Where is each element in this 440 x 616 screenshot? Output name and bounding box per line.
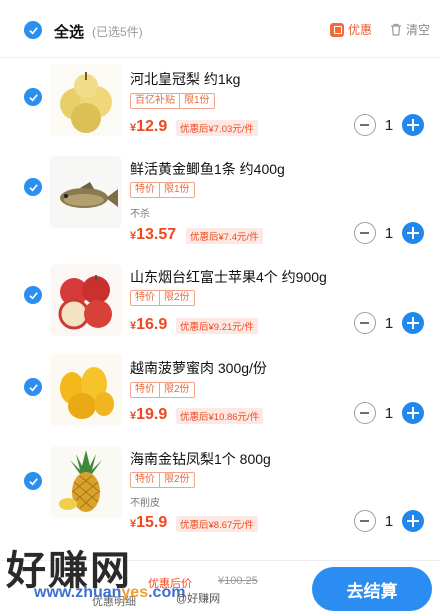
quantity-stepper: 1 xyxy=(354,510,424,532)
tag-limit: 限1份 xyxy=(179,94,214,108)
checkout-button[interactable]: 去结算 xyxy=(312,567,432,611)
increase-button[interactable] xyxy=(402,222,424,244)
cart-item: 越南菠萝蜜肉 300g/份 特价 限2份 ¥19.9 优惠后¥10.86元/件 … xyxy=(0,352,440,436)
product-price: ¥13.57 xyxy=(130,226,177,243)
item-checkbox[interactable] xyxy=(24,286,42,304)
product-tags: 特价 限1份 xyxy=(130,182,195,198)
item-checkbox[interactable] xyxy=(24,472,42,490)
cart-header: 全选 (已选5件) 优惠 清空 xyxy=(0,0,440,58)
increase-button[interactable] xyxy=(402,402,424,424)
weibo-watermark: @好赚网 xyxy=(176,593,221,605)
product-price: ¥12.9 xyxy=(130,118,168,135)
product-image-jackfruit[interactable] xyxy=(50,354,122,426)
product-title[interactable]: 山东烟台红富士苹果4个 约900g xyxy=(130,267,327,287)
select-all-label[interactable]: 全选 xyxy=(54,21,84,42)
quantity-stepper: 1 xyxy=(354,222,424,244)
cart-item: 河北皇冠梨 约1kg 百亿补贴 限1份 ¥12.9 优惠后¥7.03元/件 1 xyxy=(0,62,440,150)
cart-item: 鲜活黄金鲫鱼1条 约400g 特价 限1份 不杀 ¥13.57 优惠后¥7.4元… xyxy=(0,152,440,250)
tag-limit: 限2份 xyxy=(159,291,194,305)
decrease-button[interactable] xyxy=(354,402,376,424)
product-tags: 特价 限2份 xyxy=(130,382,195,398)
trash-icon xyxy=(390,23,402,36)
product-price: ¥15.9 xyxy=(130,514,168,531)
decrease-button[interactable] xyxy=(354,510,376,532)
product-title[interactable]: 鲜活黄金鲫鱼1条 约400g xyxy=(130,159,285,179)
increase-button[interactable] xyxy=(402,312,424,334)
product-image-apple[interactable] xyxy=(50,264,122,336)
item-checkbox[interactable] xyxy=(24,378,42,396)
product-option: 不杀 xyxy=(130,209,150,220)
product-option: 不削皮 xyxy=(130,498,160,509)
quantity-value: 1 xyxy=(384,404,394,422)
clear-button[interactable]: 清空 xyxy=(390,21,430,38)
item-checkbox[interactable] xyxy=(24,178,42,196)
cart-item: 海南金钻凤梨1个 800g 特价 限2份 不削皮 ¥15.9 优惠后¥8.67元… xyxy=(0,442,440,542)
quantity-value: 1 xyxy=(384,512,394,530)
quantity-value: 1 xyxy=(384,224,394,242)
watermark-url: www.zhuanyes.com xyxy=(34,584,186,601)
product-title[interactable]: 越南菠萝蜜肉 300g/份 xyxy=(130,358,267,378)
after-discount-price: 优惠后¥7.03元/件 xyxy=(176,120,258,136)
after-discount-price: 优惠后¥10.86元/件 xyxy=(176,408,264,424)
after-discount-price: 优惠后¥7.4元/件 xyxy=(186,228,263,244)
tag-limit: 限2份 xyxy=(159,473,194,487)
original-total: ¥100.25 xyxy=(218,575,258,587)
after-discount-price: 优惠后¥9.21元/件 xyxy=(176,318,258,334)
product-price: ¥16.9 xyxy=(130,316,168,333)
product-image-pineapple[interactable] xyxy=(50,446,122,518)
tag-limit: 限2份 xyxy=(159,383,194,397)
quantity-stepper: 1 xyxy=(354,312,424,334)
discount-button[interactable]: 优惠 xyxy=(330,21,372,38)
tag-special: 特价 xyxy=(135,292,155,303)
selected-count: (已选5件) xyxy=(92,25,143,39)
decrease-button[interactable] xyxy=(354,222,376,244)
quantity-value: 1 xyxy=(384,314,394,332)
product-title[interactable]: 海南金钻凤梨1个 800g xyxy=(130,449,271,469)
product-tags: 百亿补贴 限1份 xyxy=(130,93,215,109)
item-checkbox[interactable] xyxy=(24,88,42,106)
cart-item: 山东烟台红富士苹果4个 约900g 特价 限2份 ¥16.9 优惠后¥9.21元… xyxy=(0,260,440,344)
product-tags: 特价 限2份 xyxy=(130,290,195,306)
quantity-stepper: 1 xyxy=(354,114,424,136)
decrease-button[interactable] xyxy=(354,114,376,136)
product-title[interactable]: 河北皇冠梨 约1kg xyxy=(130,69,240,89)
product-image-pear[interactable] xyxy=(50,64,122,136)
tag-limit: 限1份 xyxy=(159,183,194,197)
discount-label: 优惠 xyxy=(348,23,373,37)
tag-special: 特价 xyxy=(135,184,155,195)
tag-special: 特价 xyxy=(135,384,155,395)
select-all-checkbox[interactable] xyxy=(24,21,42,39)
increase-button[interactable] xyxy=(402,510,424,532)
quantity-value: 1 xyxy=(384,116,394,134)
increase-button[interactable] xyxy=(402,114,424,136)
tag-promo: 百亿补贴 xyxy=(135,95,175,106)
after-discount-price: 优惠后¥8.67元/件 xyxy=(176,516,258,532)
coupon-icon xyxy=(330,22,344,37)
product-price: ¥19.9 xyxy=(130,406,168,423)
quantity-stepper: 1 xyxy=(354,402,424,424)
product-image-fish[interactable] xyxy=(50,156,122,228)
clear-label: 清空 xyxy=(406,23,431,37)
decrease-button[interactable] xyxy=(354,312,376,334)
tag-special: 特价 xyxy=(135,474,155,485)
product-tags: 特价 限2份 xyxy=(130,472,195,488)
